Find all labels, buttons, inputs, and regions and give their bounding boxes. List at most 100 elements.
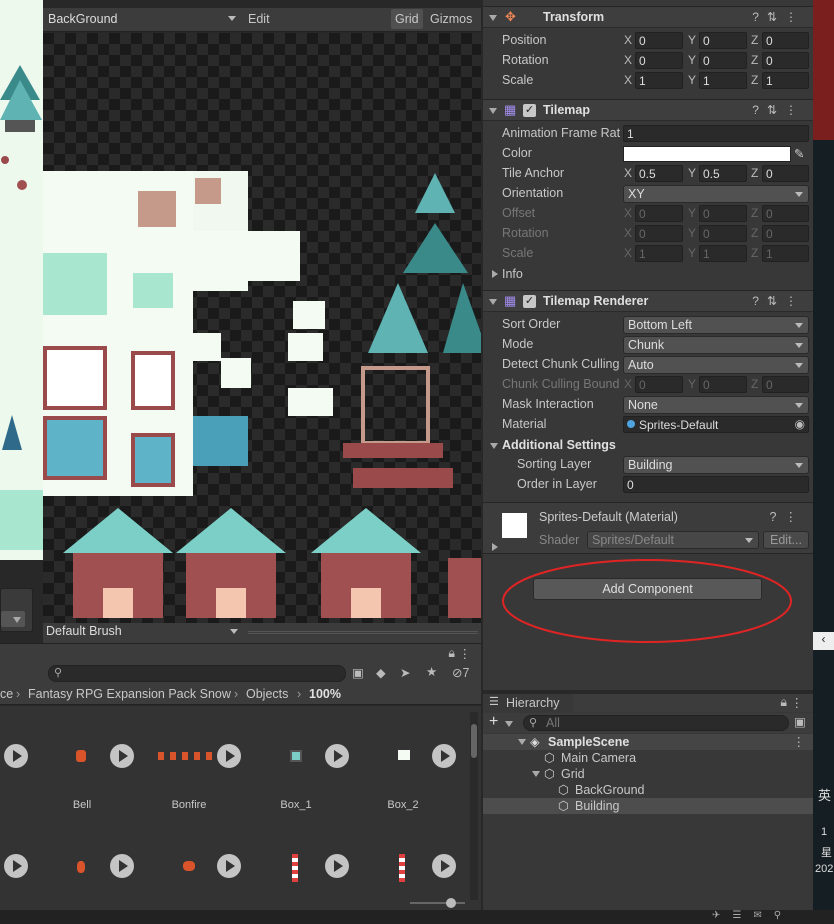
- filter-type-icon[interactable]: ▣: [352, 665, 364, 680]
- more-menu-icon[interactable]: ⋮: [459, 646, 472, 661]
- detect-chunk-dropdown[interactable]: Auto: [623, 356, 809, 374]
- scene-view[interactable]: [0, 0, 43, 560]
- position-x-field[interactable]: 0: [635, 32, 683, 49]
- anchor-x-field[interactable]: 0.5: [635, 165, 683, 182]
- shader-edit-button[interactable]: Edit...: [763, 531, 809, 549]
- play-icon[interactable]: [4, 744, 28, 768]
- hierarchy-item-main-camera[interactable]: ⬡ Main Camera: [483, 750, 813, 766]
- add-icon[interactable]: +: [489, 713, 498, 731]
- breadcrumb-item[interactable]: ce: [0, 687, 13, 701]
- mode-dropdown[interactable]: Chunk: [623, 336, 809, 354]
- gizmos-toggle[interactable]: Gizmos: [430, 12, 472, 26]
- component-menu-icons[interactable]: ?⇅⋮: [752, 103, 805, 117]
- breadcrumb-item[interactable]: Fantasy RPG Expansion Pack Snow: [28, 687, 231, 701]
- hidden-packages-icon[interactable]: ⊘7: [452, 665, 469, 680]
- sort-order-dropdown[interactable]: Bottom Left: [623, 316, 809, 334]
- thumbnail-size-slider[interactable]: [410, 898, 465, 908]
- slider-handle[interactable]: [446, 898, 456, 908]
- candy-cane-thumbnail[interactable]: [292, 854, 298, 882]
- axis-x-label: X: [624, 33, 633, 47]
- mask-interaction-dropdown[interactable]: None: [623, 396, 809, 414]
- play-icon[interactable]: [432, 744, 456, 768]
- asset-scrollbar[interactable]: [470, 712, 478, 900]
- shader-dropdown[interactable]: Sprites/Default: [587, 531, 759, 549]
- rotation-x-field[interactable]: 0: [635, 52, 683, 69]
- lock-icon[interactable]: 🔒︎: [780, 695, 787, 710]
- hierarchy-item-building[interactable]: ⬡ Building: [483, 798, 813, 814]
- anim-frame-field[interactable]: 1: [623, 125, 809, 142]
- favorite-star-icon[interactable]: ★: [426, 664, 437, 679]
- lock-icon[interactable]: 🔒︎: [448, 646, 455, 661]
- active-tilemap-dropdown[interactable]: BackGround: [43, 10, 241, 30]
- play-icon[interactable]: [110, 854, 134, 878]
- candy-cane-thumbnail[interactable]: [399, 854, 405, 882]
- orientation-dropdown[interactable]: XY: [623, 185, 809, 203]
- component-menu-icons[interactable]: ?⇅⋮: [752, 294, 805, 308]
- eyedropper-icon[interactable]: ✎: [794, 146, 804, 161]
- breadcrumb-item[interactable]: Objects: [246, 687, 288, 701]
- brush-dropdown[interactable]: Default Brush: [43, 623, 243, 643]
- status-icons[interactable]: ✈☰✉⚲: [712, 910, 793, 921]
- play-icon[interactable]: [217, 744, 241, 768]
- anchor-y-field[interactable]: 0.5: [699, 165, 747, 182]
- component-menu-icons[interactable]: ?⇅⋮: [752, 10, 805, 24]
- play-icon[interactable]: [432, 854, 456, 878]
- tile-palette-canvas[interactable]: [43, 33, 481, 623]
- order-in-layer-field[interactable]: 0: [623, 476, 809, 493]
- play-icon[interactable]: [325, 744, 349, 768]
- transform-rotation-row: Rotation X 0 Y 0 Z 0: [483, 51, 813, 71]
- scale-x-field[interactable]: 1: [635, 72, 683, 89]
- hierarchy-tab[interactable]: ☰ Hierarchy: [483, 694, 573, 712]
- material-menu-icons[interactable]: ?⋮: [770, 509, 805, 524]
- play-icon[interactable]: [4, 854, 28, 878]
- collapse-icon[interactable]: ‹: [813, 632, 834, 650]
- project-search-input[interactable]: ⚲: [48, 665, 346, 682]
- overlay-dropdown[interactable]: [1, 611, 25, 627]
- asset-thumbnail[interactable]: [77, 861, 85, 873]
- sorting-layer-dropdown[interactable]: Building: [623, 456, 809, 474]
- asset-grid[interactable]: Bell Bonfire Box_1 Box_2: [0, 706, 481, 910]
- filter-label-icon[interactable]: ◆: [376, 665, 386, 680]
- tilemap-header[interactable]: ▦ ✓ Tilemap ?⇅⋮: [483, 99, 813, 121]
- scene-visibility-icon[interactable]: ▣: [794, 714, 806, 729]
- info-foldout[interactable]: Info: [483, 265, 813, 285]
- position-y-field[interactable]: 0: [699, 32, 747, 49]
- scale-z-field[interactable]: 1: [762, 72, 809, 89]
- hierarchy-search-input[interactable]: ⚲ All: [523, 715, 789, 731]
- transform-header[interactable]: ✥ Transform ?⇅⋮: [483, 6, 813, 28]
- bonfire-thumbnail[interactable]: [158, 752, 218, 760]
- scale-y-field[interactable]: 1: [699, 72, 747, 89]
- hierarchy-item-grid[interactable]: ⬡ Grid: [483, 766, 813, 782]
- rotation-z-field[interactable]: 0: [762, 52, 809, 69]
- bell-thumbnail[interactable]: [76, 750, 86, 762]
- scene-overlay-panel[interactable]: [0, 588, 33, 632]
- object-picker-icon[interactable]: ◉: [795, 417, 805, 431]
- play-icon[interactable]: [325, 854, 349, 878]
- more-menu-icon[interactable]: ⋮: [793, 734, 806, 749]
- tilemap-enabled-checkbox[interactable]: ✓: [523, 104, 536, 117]
- ime-indicator[interactable]: 英: [818, 785, 831, 804]
- asset-thumbnail[interactable]: [183, 861, 195, 871]
- edit-button[interactable]: Edit: [248, 12, 270, 26]
- scrollbar-thumb[interactable]: [471, 724, 477, 758]
- play-icon[interactable]: [217, 854, 241, 878]
- tag-icon[interactable]: ➤: [400, 665, 410, 680]
- tilemap-scale-y-field: 1: [699, 245, 747, 262]
- position-z-field[interactable]: 0: [762, 32, 809, 49]
- additional-settings-foldout[interactable]: Additional Settings: [483, 436, 813, 456]
- rotation-y-field[interactable]: 0: [699, 52, 747, 69]
- grid-toggle[interactable]: Grid: [391, 9, 423, 29]
- clock-text: 1: [821, 826, 828, 838]
- box2-thumbnail[interactable]: [398, 750, 410, 760]
- more-menu-icon[interactable]: ⋮: [791, 695, 804, 710]
- hierarchy-item-background[interactable]: ⬡ BackGround: [483, 782, 813, 798]
- box1-thumbnail[interactable]: [290, 750, 302, 762]
- material-field[interactable]: Sprites-Default ◉: [623, 416, 809, 433]
- color-swatch[interactable]: [623, 146, 791, 162]
- anchor-z-field[interactable]: 0: [762, 165, 809, 182]
- axis-z-label: Z: [751, 226, 759, 240]
- tilemap-renderer-header[interactable]: ▦ ✓ Tilemap Renderer ?⇅⋮: [483, 290, 813, 312]
- scene-row[interactable]: ◈ SampleScene ⋮: [483, 734, 813, 750]
- play-icon[interactable]: [110, 744, 134, 768]
- renderer-enabled-checkbox[interactable]: ✓: [523, 295, 536, 308]
